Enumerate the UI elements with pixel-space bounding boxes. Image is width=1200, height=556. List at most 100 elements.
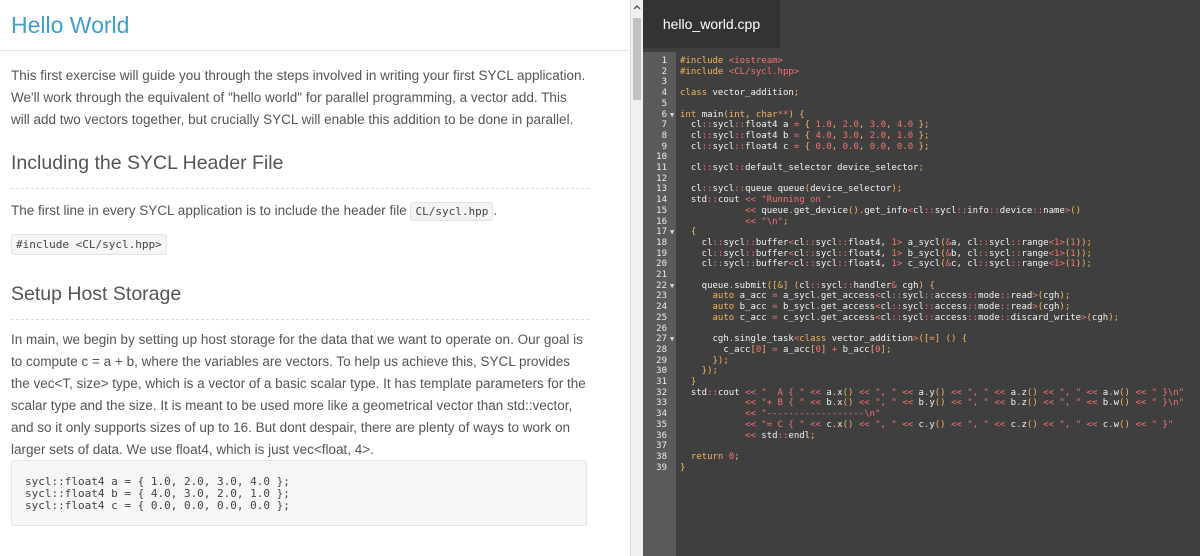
code-line[interactable]: {	[680, 227, 696, 238]
code-token: ()	[1026, 398, 1044, 409]
tab-hello-world-cpp[interactable]: hello_world.cpp	[643, 0, 780, 48]
code-line[interactable]: std::cout << "Running on "	[680, 195, 832, 206]
code-line[interactable]: class vector_addition;	[680, 88, 799, 99]
tutorial-scrollbar[interactable]	[630, 0, 643, 556]
code-token: ([=] () {	[918, 334, 968, 345]
code-token: ::	[712, 237, 724, 248]
code-token: <<	[810, 387, 821, 398]
code-line[interactable]: c_acc[0] = a_acc[0] + b_acc[0];	[680, 345, 891, 356]
code-line[interactable]: });	[680, 366, 718, 377]
code-token: get_info	[864, 205, 908, 216]
code-token: ::	[1032, 205, 1044, 216]
code-line[interactable]: });	[680, 356, 729, 367]
code-line[interactable]: auto b_acc = b_sycl.get_access<cl::sycl:…	[680, 302, 1071, 313]
code-line[interactable]: cgh.single_task<class vector_addition>([…	[680, 334, 968, 345]
line-number: 6 ▼	[643, 110, 676, 121]
code-token: a_acc	[734, 291, 773, 302]
code-token: main	[701, 109, 724, 120]
code-line[interactable]: std::cout << " A { " << a.x() << ", " <<…	[680, 388, 1184, 399]
code-token: ()	[1119, 398, 1136, 409]
code-token: =	[766, 344, 778, 355]
line-number: 15	[643, 206, 676, 217]
code-token: <<	[810, 398, 821, 409]
code-token: cgh	[896, 280, 919, 291]
code-line[interactable]: cl::sycl::queue queue(device_selector);	[680, 184, 902, 195]
code-token: info	[967, 205, 989, 216]
code-token: ) {	[918, 280, 935, 291]
code-token: c_acc	[680, 344, 751, 355]
code-token: get_access	[820, 302, 876, 313]
line-number-text: 29	[656, 355, 667, 366]
code-line[interactable]: int main(int, char**) {	[680, 110, 805, 121]
code-token: ,	[858, 120, 870, 131]
code-token: ;	[782, 216, 789, 227]
code-token: <<	[745, 409, 756, 420]
scroll-up-arrow-icon[interactable]	[631, 0, 643, 14]
code-token: #include	[680, 66, 729, 77]
code-line[interactable]: << "------------------\n"	[680, 409, 881, 420]
code-token: ()	[1026, 387, 1044, 398]
code-line[interactable]: << std::endl;	[680, 431, 815, 442]
fold-arrow-icon[interactable]: ▼	[670, 227, 674, 238]
code-line[interactable]: cl::sycl::buffer<cl::sycl::float4, 1> b_…	[680, 249, 1092, 260]
code-token: 2.0	[842, 120, 859, 131]
code-token: int	[680, 109, 702, 120]
line-number-text: 20	[656, 259, 667, 270]
code-line[interactable]: #include <iostream>	[680, 56, 783, 67]
code-token: ::	[701, 184, 713, 195]
line-number-text: 34	[656, 409, 667, 420]
code-token: {	[680, 227, 697, 238]
code-line[interactable]: }	[680, 377, 696, 388]
code-line[interactable]: return 0;	[680, 452, 740, 463]
code-token: <CL/sycl.hpp>	[728, 66, 800, 77]
code-line[interactable]: cl::sycl::buffer<cl::sycl::float4, 1> a_…	[680, 238, 1092, 249]
code-line[interactable]: << "= C { " << c.x() << ", " << c.y() <<…	[680, 420, 1173, 431]
line-number: 17 ▼	[643, 227, 676, 238]
code-line[interactable]: cl::sycl::default_selector device_select…	[680, 163, 924, 174]
fold-arrow-icon[interactable]: ▼	[670, 110, 674, 121]
code-line[interactable]: cl::sycl::float4 a = { 1.0, 2.0, 3.0, 4.…	[680, 120, 930, 131]
code-token: sycl	[723, 259, 746, 270]
code-token: ::	[707, 195, 718, 206]
code-line[interactable]: << queue.get_device().get_info<cl::sycl:…	[680, 206, 1081, 217]
code-token: c	[913, 419, 924, 430]
code-line[interactable]: cl::sycl::buffer<cl::sycl::float4, 1> c_…	[680, 259, 1092, 270]
section-heading-storage: Setup Host Storage	[11, 283, 182, 305]
code-token: " }"	[1146, 419, 1174, 430]
code-line[interactable]: auto c_acc = c_sycl.get_access<cl::sycl:…	[680, 312, 1120, 324]
line-number-text: 15	[656, 205, 667, 216]
line-number-text: 17	[656, 227, 667, 238]
code-token: ::	[837, 248, 849, 259]
code-line[interactable]: cl::sycl::float4 b = { 4.0, 3.0, 2.0, 1.…	[680, 130, 930, 142]
code-line[interactable]: << "\n";	[680, 217, 788, 228]
code-token: access	[934, 291, 968, 302]
code-token: queue	[680, 280, 729, 291]
code-token: c	[1097, 419, 1109, 430]
code-token: );	[1108, 312, 1120, 323]
code-token: ,	[858, 141, 870, 152]
fold-arrow-icon[interactable]: ▼	[670, 281, 674, 292]
code-token: );	[1059, 302, 1071, 313]
code-block-line: sycl::float4 c = { 0.0, 0.0, 0.0, 0.0 };	[25, 499, 290, 512]
code-line[interactable]: queue.submit([&] (cl::sycl::handler& cgh…	[680, 281, 935, 292]
code-token: ::	[707, 387, 718, 398]
code-line[interactable]: << "+ B { " << b.x() << ", " << b.y() <<…	[680, 398, 1184, 409]
code-line[interactable]: auto a_acc = a_sycl.get_access<cl::sycl:…	[680, 291, 1071, 302]
line-number-text: 36	[656, 430, 667, 441]
code-token: cl	[680, 163, 702, 173]
code-token: "------------------\n"	[755, 409, 881, 420]
line-number: 25	[643, 313, 676, 324]
code-token: " }\n"	[1146, 398, 1185, 409]
line-number: 11	[643, 163, 676, 174]
code-token: ::	[701, 163, 713, 173]
code-token: };	[913, 130, 930, 141]
code-line[interactable]: #include <CL/sycl.hpp>	[680, 67, 799, 78]
code-token: ", "	[869, 387, 903, 398]
code-line[interactable]: }	[680, 463, 685, 474]
code-token: ,	[831, 120, 843, 131]
fold-arrow-icon[interactable]: ▼	[670, 334, 674, 345]
scrollbar-thumb[interactable]	[633, 18, 641, 100]
code-line[interactable]: cl::sycl::float4 c = { 0.0, 0.0, 0.0, 0.…	[680, 141, 930, 153]
code-token: cl	[680, 237, 713, 248]
code-token: auto	[680, 312, 735, 323]
